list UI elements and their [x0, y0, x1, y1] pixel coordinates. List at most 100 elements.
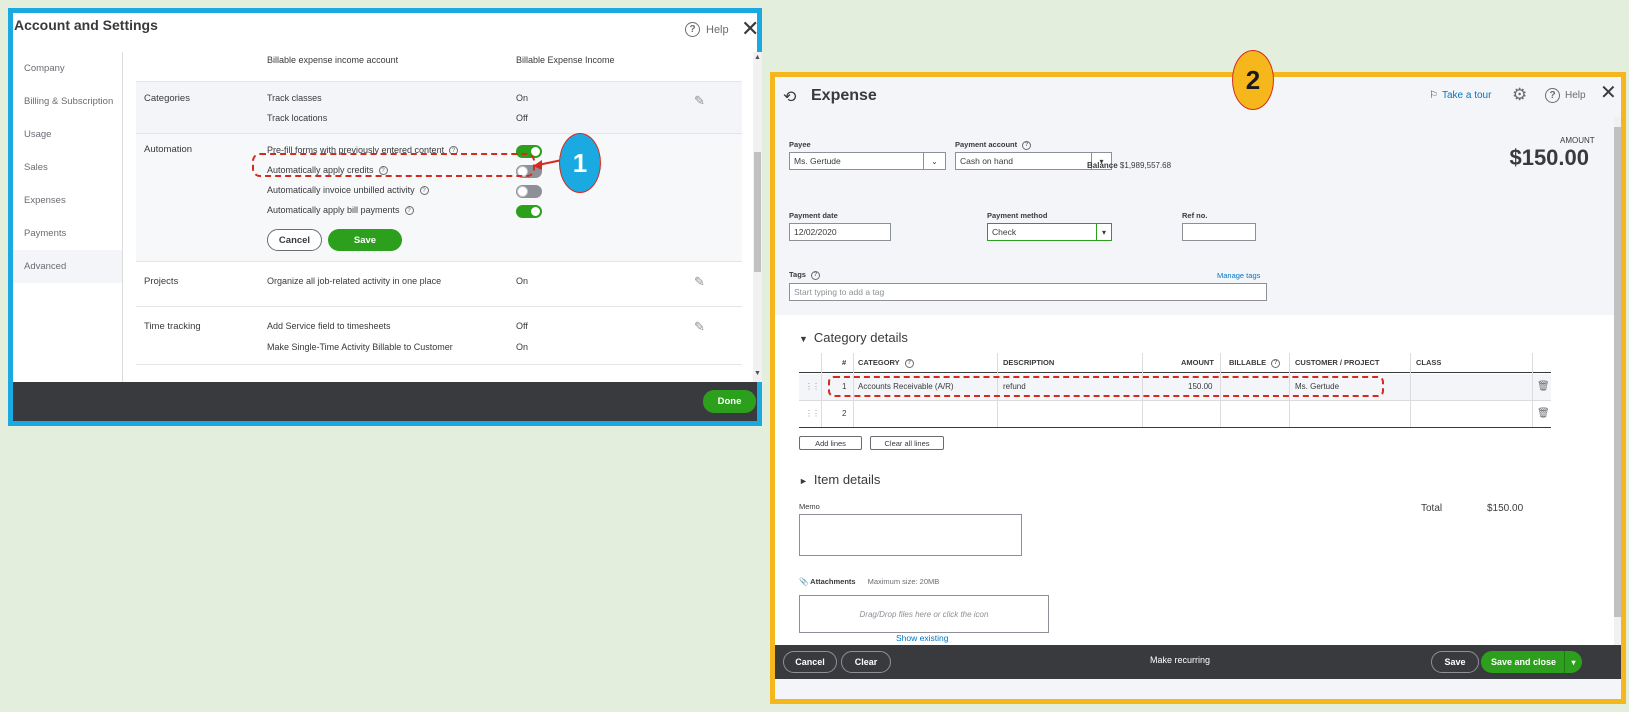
- chevron-down-icon[interactable]: ⌄: [923, 153, 945, 169]
- ref-no-label: Ref no.: [1182, 211, 1208, 220]
- track-classes-value: On: [516, 93, 529, 103]
- triangle-down-icon: ▼: [799, 334, 808, 344]
- col-divider: [821, 353, 822, 427]
- scroll-down-icon[interactable]: ▼: [753, 370, 762, 377]
- info-icon: ?: [810, 270, 820, 280]
- info-icon: ?: [419, 186, 429, 196]
- time-tracking-section[interactable]: Time tracking Add Service field to times…: [136, 307, 742, 365]
- billable-income-section: Billable expense income account Billable…: [136, 52, 742, 82]
- info-icon: ?: [1022, 140, 1032, 150]
- time-tracking-label: Time tracking: [144, 321, 201, 332]
- payee-label: Payee: [789, 140, 811, 149]
- expense-panel: ⟲ Expense ⚐ Take a tour ⚙ ? Help ✕ Payee…: [770, 72, 1626, 704]
- settings-close-icon[interactable]: ✕: [741, 18, 759, 40]
- drag-handle-icon[interactable]: ⋮⋮: [805, 409, 820, 418]
- payment-date-input[interactable]: 12/02/2020: [789, 223, 891, 241]
- service-field-value: Off: [516, 321, 528, 331]
- sidebar-item-usage[interactable]: Usage: [13, 118, 122, 151]
- help-icon: ?: [1545, 88, 1560, 103]
- billable-income-value[interactable]: Billable Expense Income: [516, 55, 615, 65]
- add-lines-button[interactable]: Add lines: [799, 436, 862, 450]
- amount-label: AMOUNT: [1560, 136, 1595, 145]
- sidebar-item-expenses[interactable]: Expenses: [13, 184, 122, 217]
- account-settings-panel: Account and Settings ? Help ✕ Company Bi…: [8, 8, 762, 426]
- take-tour-link[interactable]: ⚐ Take a tour: [1429, 90, 1491, 101]
- expense-close-icon[interactable]: ✕: [1600, 83, 1617, 103]
- payment-method-select[interactable]: Check ▾: [987, 223, 1112, 241]
- categories-label: Categories: [144, 93, 190, 104]
- amount-value: $150.00: [1509, 145, 1589, 170]
- manage-tags-link[interactable]: Manage tags: [1217, 271, 1260, 280]
- make-recurring-link[interactable]: Make recurring: [1150, 655, 1210, 665]
- sidebar-item-company[interactable]: Company: [13, 52, 122, 85]
- total-value: $150.00: [1487, 503, 1524, 514]
- expense-help-button[interactable]: ? Help: [1545, 88, 1586, 103]
- highlight-category-row: [828, 376, 1384, 397]
- settings-sidebar: Company Billing & Subscription Usage Sal…: [13, 52, 123, 382]
- table-row[interactable]: ⋮⋮ 2 🗑: [799, 401, 1551, 428]
- highlight-apply-credits: [252, 153, 535, 177]
- scroll-thumb[interactable]: [1614, 127, 1621, 617]
- show-existing-link[interactable]: Show existing: [896, 633, 948, 643]
- payee-value: Ms. Gertude: [794, 156, 841, 166]
- single-time-label: Make Single-Time Activity Billable to Cu…: [267, 342, 453, 352]
- settings-scrollbar[interactable]: ▲ ▼: [753, 52, 762, 382]
- scroll-thumb[interactable]: [754, 152, 761, 272]
- footer-clear-button[interactable]: Clear: [841, 651, 891, 673]
- sidebar-item-sales[interactable]: Sales: [13, 151, 122, 184]
- take-tour-label: Take a tour: [1441, 90, 1492, 101]
- balance-display: Balance $1,989,557.68: [1087, 161, 1172, 170]
- memo-textarea[interactable]: [799, 514, 1022, 556]
- sidebar-item-advanced[interactable]: Advanced: [13, 250, 122, 283]
- payment-account-label: Payment account?: [955, 140, 1032, 150]
- ref-no-input[interactable]: [1182, 223, 1256, 241]
- expense-scrollbar[interactable]: [1614, 117, 1621, 645]
- save-button[interactable]: Save: [328, 229, 402, 251]
- projects-value: On: [516, 276, 529, 286]
- drag-handle-icon[interactable]: ⋮⋮: [805, 382, 820, 391]
- sidebar-item-billing[interactable]: Billing & Subscription: [13, 85, 122, 118]
- gear-icon[interactable]: ⚙: [1512, 85, 1527, 105]
- clear-all-lines-button[interactable]: Clear all lines: [870, 436, 944, 450]
- payment-method-label: Payment method: [987, 211, 1048, 220]
- table-header: # CATEGORY? DESCRIPTION AMOUNT BILLABLE?…: [799, 353, 1551, 373]
- payment-account-value: Cash on hand: [960, 156, 1013, 166]
- apply-bill-payments-label: Automatically apply bill payments?: [267, 205, 414, 216]
- categories-section[interactable]: Categories Track classes On Track locati…: [136, 82, 742, 134]
- max-size-label: Maximum size: 20MB: [867, 577, 940, 586]
- col-divider: [1532, 353, 1533, 427]
- expense-help-label: Help: [1565, 90, 1586, 101]
- cancel-button[interactable]: Cancel: [267, 229, 322, 251]
- caret-down-icon[interactable]: ▾: [1096, 224, 1111, 240]
- apply-bill-payments-toggle[interactable]: [516, 205, 542, 218]
- attachment-dropzone[interactable]: Drag/Drop files here or click the icon: [799, 595, 1049, 633]
- item-details-toggle[interactable]: ► Item details: [799, 472, 880, 487]
- done-button[interactable]: Done: [703, 390, 756, 413]
- invoice-unbilled-toggle[interactable]: [516, 185, 542, 198]
- save-and-close-button[interactable]: Save and close ▾: [1481, 651, 1582, 673]
- settings-help-label: Help: [706, 23, 729, 36]
- settings-titlebar: Account and Settings ? Help ✕: [13, 13, 759, 51]
- sidebar-item-payments[interactable]: Payments: [13, 217, 122, 250]
- tags-input[interactable]: Start typing to add a tag: [789, 283, 1267, 301]
- help-icon: ?: [685, 22, 700, 37]
- category-details-toggle[interactable]: ▼ Category details: [799, 330, 908, 345]
- info-icon: ?: [904, 358, 914, 368]
- track-locations-label: Track locations: [267, 113, 328, 123]
- caret-down-icon[interactable]: ▾: [1564, 651, 1582, 673]
- projects-section[interactable]: Projects Organize all job-related activi…: [136, 262, 742, 307]
- settings-footer: Done: [13, 382, 757, 421]
- footer-cancel-button[interactable]: Cancel: [783, 651, 837, 673]
- payment-date-label: Payment date: [789, 211, 838, 220]
- payee-select[interactable]: Ms. Gertude ⌄: [789, 152, 946, 170]
- trash-icon[interactable]: 🗑: [1537, 408, 1550, 419]
- footer-save-button[interactable]: Save: [1431, 651, 1479, 673]
- trash-icon[interactable]: 🗑: [1537, 381, 1550, 392]
- edit-pencil-icon[interactable]: ✎: [694, 319, 705, 335]
- settings-help-button[interactable]: ? Help: [685, 22, 729, 37]
- edit-pencil-icon[interactable]: ✎: [694, 93, 705, 109]
- history-icon[interactable]: ⟲: [783, 87, 796, 107]
- edit-pencil-icon[interactable]: ✎: [694, 274, 705, 290]
- scroll-up-icon[interactable]: ▲: [753, 54, 762, 61]
- callout-badge-2: 2: [1232, 50, 1274, 110]
